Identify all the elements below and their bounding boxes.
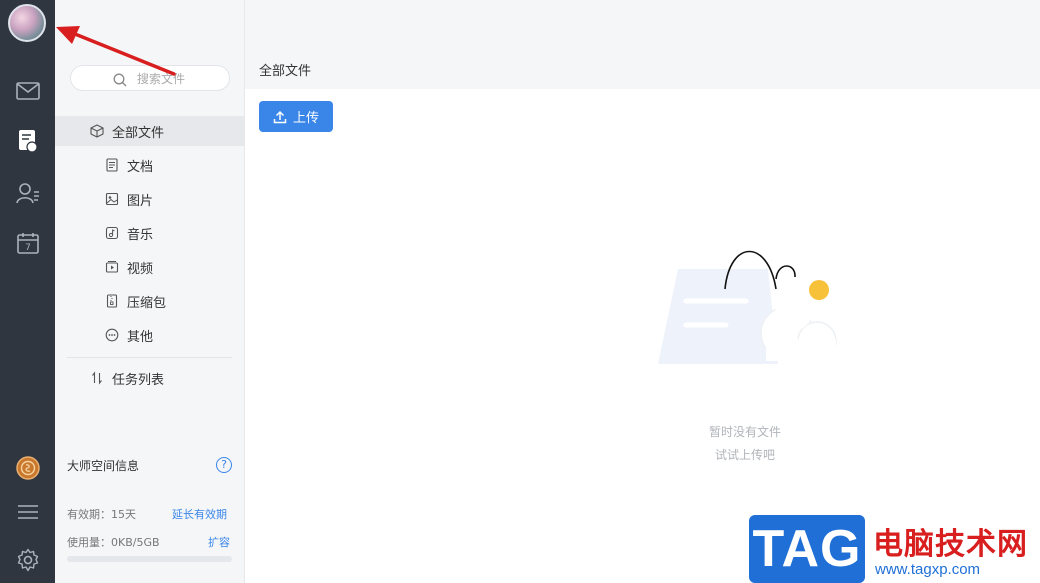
- image-icon: [105, 192, 119, 206]
- nav-item-videos[interactable]: 视频: [55, 252, 244, 282]
- nav-item-label: 文档: [127, 159, 154, 175]
- nav-item-images[interactable]: 图片: [55, 184, 244, 214]
- watermark-site-name: 电脑技术网: [873, 527, 1028, 562]
- watermark-tag-logo: TAG: [749, 515, 865, 583]
- nav-item-label: 图片: [127, 193, 154, 209]
- mail-icon[interactable]: [15, 78, 41, 104]
- file-nav: 全部文件 文档 图片 音乐 视频 压缩包 其他: [55, 0, 245, 583]
- nav-item-label: 任务列表: [112, 372, 165, 388]
- watermark-url: www.tagxp.com: [875, 561, 981, 578]
- video-icon: [105, 260, 119, 274]
- help-icon[interactable]: ?: [216, 457, 232, 473]
- coin-icon[interactable]: [15, 455, 41, 481]
- watermark: TAG 电脑技术网 www.tagxp.com: [749, 515, 1040, 583]
- settings-gear-icon[interactable]: [15, 547, 41, 573]
- cloud-drive-icon[interactable]: [15, 128, 41, 154]
- nav-item-label: 全部文件: [112, 125, 165, 141]
- music-icon: [105, 226, 119, 240]
- main-content: 上传 暂时没有文件 试试上传吧: [245, 89, 1040, 583]
- transfer-arrows-icon: [90, 371, 104, 385]
- empty-state-hint: 试试上传吧: [714, 448, 775, 462]
- empty-state-title: 暂时没有文件: [708, 425, 781, 439]
- page-title: 全部文件: [259, 64, 312, 79]
- avatar[interactable]: [8, 4, 46, 42]
- nav-item-other[interactable]: 其他: [55, 320, 244, 350]
- expand-capacity-link[interactable]: 扩容: [208, 534, 230, 550]
- nav-item-archives[interactable]: 压缩包: [55, 286, 244, 316]
- upload-label: 上传: [292, 111, 319, 126]
- contacts-icon[interactable]: [15, 180, 41, 206]
- nav-item-documents[interactable]: 文档: [55, 150, 244, 180]
- nav-item-task-list[interactable]: 任务列表: [55, 363, 244, 393]
- nav-item-label: 视频: [127, 261, 154, 277]
- annotation-arrow-icon: [56, 26, 176, 76]
- usage-progress-bar: [67, 556, 232, 562]
- menu-icon[interactable]: [15, 499, 41, 525]
- validity-text: 有效期：15天: [67, 508, 136, 521]
- usage-text: 使用量：0KB/5GB: [67, 536, 160, 549]
- nav-divider: [67, 357, 232, 358]
- document-icon: [105, 158, 119, 172]
- calendar-icon[interactable]: 7: [15, 230, 41, 256]
- empty-state-illustration: [650, 239, 850, 383]
- more-icon: [105, 328, 119, 342]
- main-header: 全部文件: [245, 44, 1040, 89]
- upload-icon: [273, 110, 287, 124]
- nav-item-all-files[interactable]: 全部文件: [55, 116, 244, 146]
- left-rail: 7: [0, 0, 55, 583]
- archive-icon: [105, 294, 119, 308]
- svg-text:7: 7: [25, 243, 31, 253]
- extend-validity-link[interactable]: 延长有效期: [172, 506, 227, 522]
- nav-item-label: 其他: [127, 329, 154, 345]
- nav-item-label: 音乐: [127, 227, 154, 243]
- box-icon: [90, 124, 104, 138]
- space-info-title: 大师空间信息: [67, 459, 140, 473]
- upload-button[interactable]: 上传: [259, 101, 333, 132]
- nav-item-music[interactable]: 音乐: [55, 218, 244, 248]
- nav-item-label: 压缩包: [127, 295, 167, 311]
